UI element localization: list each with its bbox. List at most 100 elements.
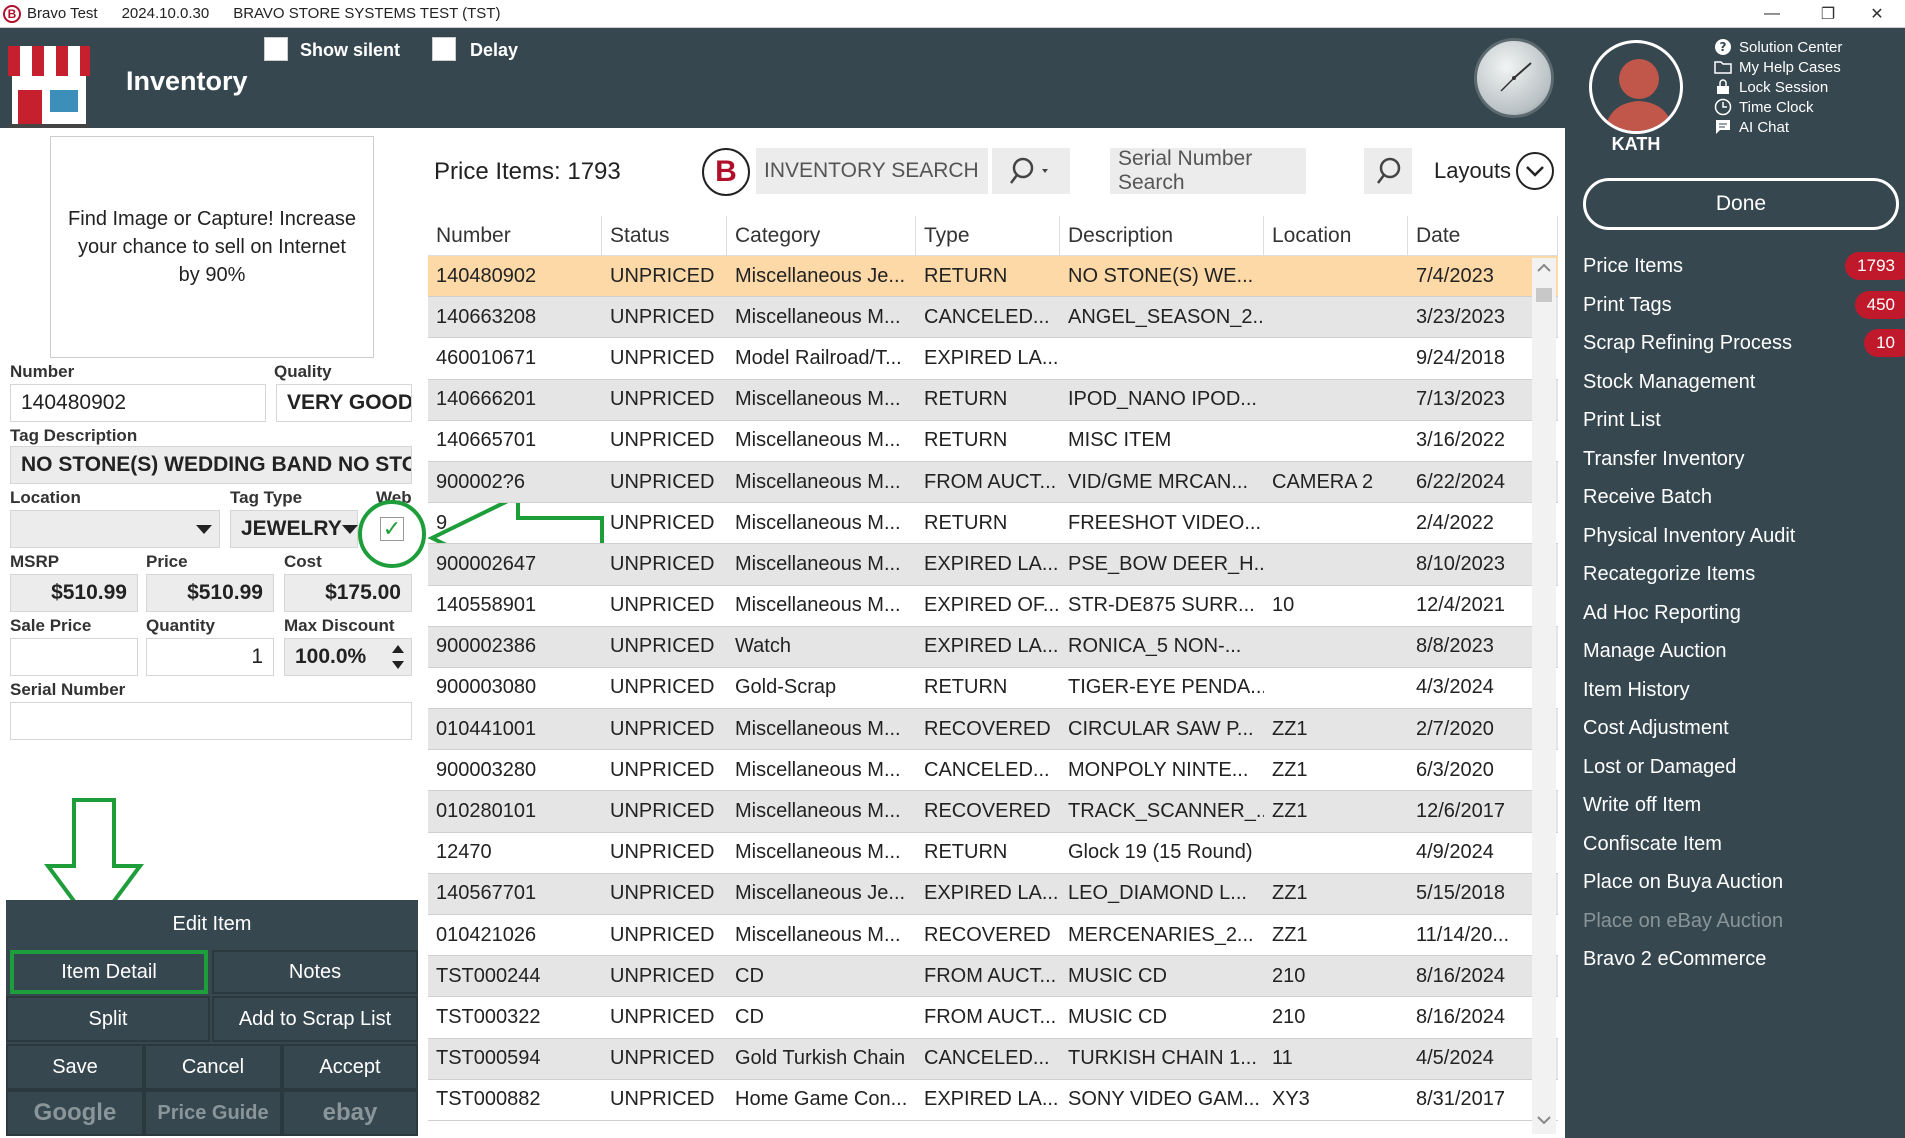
col-type[interactable]: Type: [916, 216, 1060, 255]
table-row[interactable]: 9 UNPRICED Miscellaneous M... RETURN FREESH…: [428, 503, 1558, 545]
table-row[interactable]: 900003280 UNPRICED Miscellaneous M... CANCE…: [428, 750, 1558, 792]
done-button[interactable]: Done: [1583, 178, 1899, 230]
sale-price-field[interactable]: [10, 638, 138, 676]
table-scrollbar[interactable]: [1532, 258, 1556, 1134]
google-button[interactable]: Google: [6, 1090, 144, 1136]
table-row[interactable]: 900003080 UNPRICED Gold-Scrap RETURN TIGER-E…: [428, 668, 1558, 710]
minimize-button[interactable]: —: [1744, 0, 1800, 28]
menu-print-tags[interactable]: Print Tags 450: [1583, 290, 1905, 320]
table-row[interactable]: 140567701 UNPRICED Miscellaneous Je... EXPI…: [428, 873, 1558, 915]
image-capture-box[interactable]: Find Image or Capture! Increase your cha…: [50, 136, 374, 358]
table-row[interactable]: 140666201 UNPRICED Miscellaneous M... RETUR…: [428, 379, 1558, 421]
cancel-button[interactable]: Cancel: [144, 1044, 282, 1090]
menu-stock-management[interactable]: Stock Management: [1583, 367, 1901, 397]
edit-item-button[interactable]: Edit Item: [6, 900, 418, 948]
save-button[interactable]: Save: [6, 1044, 144, 1090]
layouts-dropdown-button[interactable]: [1516, 152, 1554, 190]
menu-write-off-item[interactable]: Write off Item: [1583, 790, 1901, 820]
bravo-b-icon[interactable]: B: [702, 148, 750, 196]
quality-field[interactable]: VERY GOOD: [276, 384, 412, 422]
scroll-thumb[interactable]: [1536, 288, 1552, 302]
table-row[interactable]: TST000882 UNPRICED Home Game Con... EXPIRED…: [428, 1080, 1558, 1121]
ai-chat-link[interactable]: AI Chat: [1713, 118, 1789, 136]
menu-bravo2-ecommerce[interactable]: Bravo 2 eCommerce: [1583, 944, 1901, 974]
my-help-cases-link[interactable]: My Help Cases: [1713, 58, 1841, 76]
menu-scrap-refining[interactable]: Scrap Refining Process 10: [1583, 328, 1905, 358]
table-row[interactable]: 140665701 UNPRICED Miscellaneous M... RETUR…: [428, 421, 1558, 462]
table-row[interactable]: 900002647 UNPRICED Miscellaneous M... EXPIR…: [428, 544, 1558, 586]
menu-print-list[interactable]: Print List: [1583, 405, 1901, 435]
table-row[interactable]: 010421026 UNPRICED Miscellaneous M... RECOV…: [428, 915, 1558, 957]
table-row[interactable]: TST000594 UNPRICED Gold Turkish Chain CANCE…: [428, 1038, 1558, 1080]
delay-checkbox[interactable]: [432, 37, 456, 61]
notes-button[interactable]: Notes: [212, 950, 418, 994]
stepper-arrows-icon[interactable]: [390, 642, 406, 672]
msrp-field[interactable]: $510.99: [10, 574, 138, 612]
menu-price-items[interactable]: Price Items 1793: [1583, 251, 1905, 281]
col-description[interactable]: Description: [1060, 216, 1264, 255]
table-row[interactable]: 010280101 UNPRICED Miscellaneous M... RECOV…: [428, 791, 1558, 833]
add-to-scrap-list-button[interactable]: Add to Scrap List: [212, 996, 418, 1042]
table-row[interactable]: TST000244 UNPRICED CD FROM AUCT... MUSIC CD 2…: [428, 956, 1558, 998]
cell-status: UNPRICED: [610, 635, 715, 658]
table-row[interactable]: 140663208 UNPRICED Miscellaneous M... CANCE…: [428, 297, 1558, 339]
price-guide-button[interactable]: Price Guide: [144, 1090, 282, 1136]
location-dropdown[interactable]: [10, 510, 220, 548]
time-clock-link[interactable]: Time Clock: [1713, 98, 1813, 116]
scroll-up-icon[interactable]: [1532, 258, 1556, 278]
col-category[interactable]: Category: [727, 216, 916, 255]
menu-physical-inventory-audit[interactable]: Physical Inventory Audit: [1583, 521, 1901, 551]
table-row[interactable]: 010441001 UNPRICED Miscellaneous M... RECOV…: [428, 709, 1558, 751]
number-field[interactable]: 140480902: [10, 384, 266, 422]
cell-description: RONICA_5 NON-...: [1068, 635, 1242, 658]
cell-type: RETURN: [924, 429, 1008, 452]
menu-receive-batch[interactable]: Receive Batch: [1583, 482, 1901, 512]
price-field[interactable]: $510.99: [146, 574, 274, 612]
menu-manage-auction[interactable]: Manage Auction: [1583, 636, 1901, 666]
cell-status: UNPRICED: [610, 717, 715, 740]
serial-number-search-input[interactable]: Serial Number Search: [1110, 147, 1306, 194]
accept-button[interactable]: Accept: [282, 1044, 418, 1090]
menu-confiscate-item[interactable]: Confiscate Item: [1583, 829, 1901, 859]
serial-search-button[interactable]: [1364, 148, 1412, 194]
tag-type-dropdown[interactable]: JEWELRY: [230, 510, 358, 548]
cell-category: Watch: [735, 635, 791, 658]
solution-center-link[interactable]: ? Solution Center: [1713, 38, 1842, 56]
split-button[interactable]: Split: [6, 996, 210, 1042]
lock-session-link[interactable]: Lock Session: [1713, 78, 1828, 96]
table-row[interactable]: TST000322 UNPRICED CD FROM AUCT... MUSIC CD 2…: [428, 997, 1558, 1039]
serial-number-field[interactable]: [10, 702, 412, 740]
col-number[interactable]: Number: [428, 216, 602, 255]
table-row[interactable]: 140480902 UNPRICED Miscellaneous Je... RETU…: [428, 256, 1558, 298]
cell-type: RETURN: [924, 676, 1008, 699]
table-row[interactable]: 900002386 UNPRICED Watch EXPIRED LA... RONIC…: [428, 626, 1558, 668]
close-button[interactable]: ✕: [1849, 0, 1905, 28]
avatar[interactable]: [1589, 40, 1683, 134]
inventory-search-button[interactable]: [992, 148, 1070, 194]
tag-description-field[interactable]: NO STONE(S) WEDDING BAND NO STO: [10, 446, 412, 484]
menu-recategorize-items[interactable]: Recategorize Items: [1583, 559, 1901, 589]
col-status[interactable]: Status: [602, 216, 727, 255]
table-row[interactable]: 900002?6 UNPRICED Miscellaneous M... FROM A…: [428, 461, 1558, 504]
menu-ad-hoc-reporting[interactable]: Ad Hoc Reporting: [1583, 598, 1901, 628]
ebay-button[interactable]: ebay: [282, 1090, 418, 1136]
quantity-field[interactable]: 1: [146, 638, 274, 676]
item-detail-button[interactable]: Item Detail: [10, 950, 208, 994]
col-date[interactable]: Date: [1408, 216, 1558, 255]
maximize-button[interactable]: ❐: [1800, 0, 1856, 28]
menu-cost-adjustment[interactable]: Cost Adjustment: [1583, 713, 1901, 743]
time-clock-label: Time Clock: [1739, 98, 1814, 116]
clock-icon[interactable]: [1474, 38, 1554, 118]
menu-item-history[interactable]: Item History: [1583, 675, 1901, 705]
table-row[interactable]: 12470 UNPRICED Miscellaneous M... RETURN Glo…: [428, 833, 1558, 874]
menu-buya-auction[interactable]: Place on Buya Auction: [1583, 867, 1901, 897]
show-silent-checkbox[interactable]: [264, 37, 288, 61]
table-row[interactable]: 140558901 UNPRICED Miscellaneous M... EXPIR…: [428, 586, 1558, 627]
menu-transfer-inventory[interactable]: Transfer Inventory: [1583, 444, 1901, 474]
inventory-search-input[interactable]: INVENTORY SEARCH: [756, 148, 988, 194]
cell-description: SONY VIDEO GAM...: [1068, 1088, 1260, 1111]
col-location[interactable]: Location: [1264, 216, 1408, 255]
scroll-down-icon[interactable]: [1532, 1110, 1556, 1130]
table-row[interactable]: 460010671 UNPRICED Model Railroad/T... EXPI…: [428, 338, 1558, 380]
menu-lost-or-damaged[interactable]: Lost or Damaged: [1583, 752, 1901, 782]
